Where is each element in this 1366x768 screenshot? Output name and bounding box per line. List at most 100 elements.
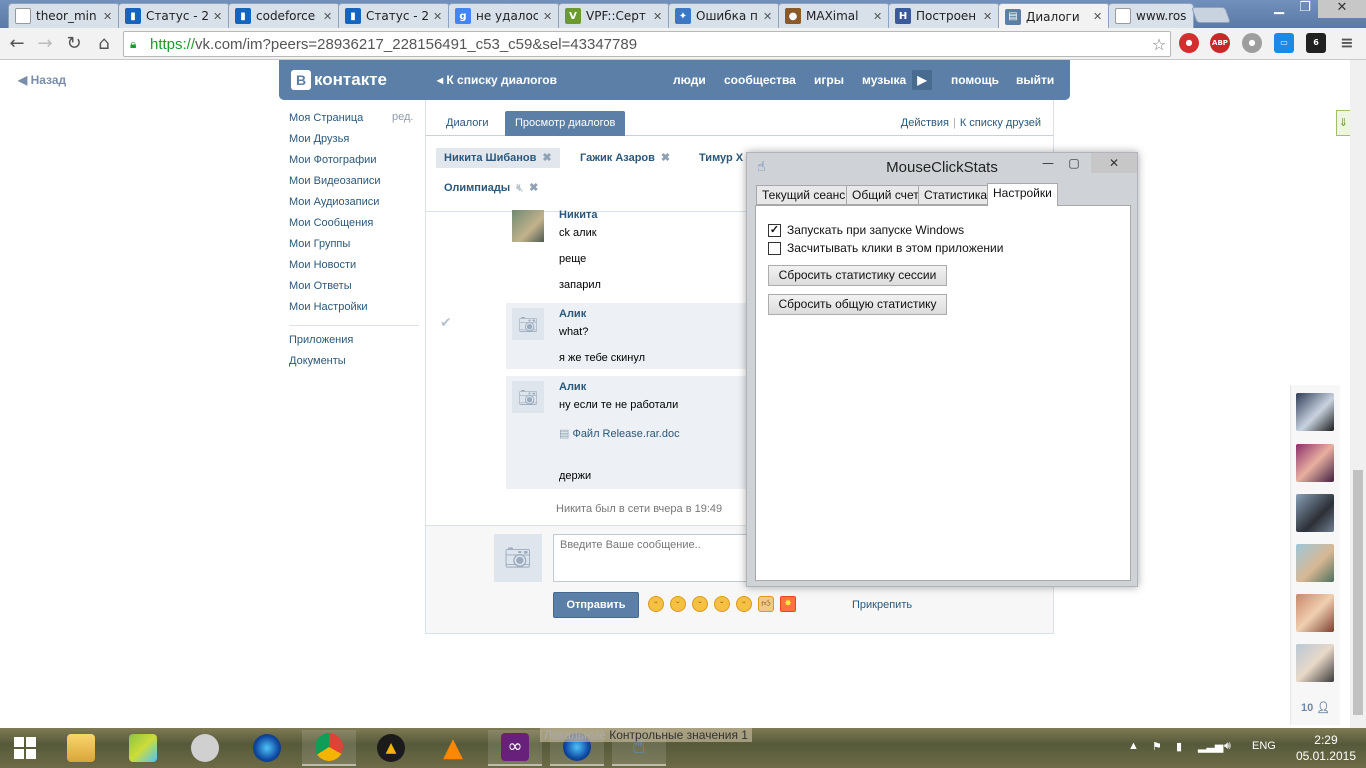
- emoji-icon[interactable]: ᵕ: [670, 596, 686, 612]
- sidebar-item-news[interactable]: Мои Новости: [289, 257, 419, 278]
- flag-icon[interactable]: ⚑: [1152, 740, 1162, 753]
- autostart-checkbox[interactable]: ✓ Запускать при запуске Windows: [768, 223, 964, 237]
- nav-logout[interactable]: выйти: [1016, 73, 1054, 87]
- taskbar-app[interactable]: ▲: [364, 730, 418, 766]
- count-clicks-checkbox[interactable]: Засчитывать клики в этом приложении: [768, 241, 1003, 255]
- close-icon[interactable]: ✕: [323, 10, 333, 23]
- clock[interactable]: 2:29 05.01.2015: [1296, 732, 1356, 764]
- camera-icon[interactable]: 📷︎: [494, 534, 542, 582]
- sidebar-item-apps[interactable]: Приложения: [289, 332, 419, 353]
- file-attachment[interactable]: ▤ Файл Release.rar.doc: [559, 427, 680, 440]
- thumbs-up-icon[interactable]: 👍︎: [758, 596, 774, 612]
- browser-tab[interactable]: H Построен ✕: [888, 3, 1000, 28]
- emoji-icon[interactable]: ᵕ: [736, 596, 752, 612]
- explosion-icon[interactable]: ✸: [780, 596, 796, 612]
- back-link[interactable]: ◀ Назад: [18, 73, 66, 87]
- browser-tab[interactable]: g не удалос ✕: [448, 3, 560, 28]
- scrollbar-thumb[interactable]: [1353, 470, 1363, 715]
- nav-help[interactable]: помощь: [951, 73, 999, 87]
- sidebar-item-friends[interactable]: Мои Друзья: [289, 131, 419, 152]
- emoji-icon[interactable]: ᵕ: [692, 596, 708, 612]
- friend-avatar[interactable]: [1296, 444, 1334, 482]
- adblock-icon[interactable]: ABP: [1210, 33, 1230, 53]
- taskbar-app[interactable]: [240, 730, 294, 766]
- reset-session-button[interactable]: Сбросить статистику сессии: [768, 265, 947, 286]
- extension-icon[interactable]: ●: [1242, 33, 1262, 53]
- sidebar-item-answers[interactable]: Мои Ответы: [289, 278, 419, 299]
- close-icon[interactable]: ✕: [103, 10, 113, 23]
- reset-total-button[interactable]: Сбросить общую статистику: [768, 294, 947, 315]
- extension-icon[interactable]: ●: [1179, 33, 1199, 53]
- taskbar-visual-studio[interactable]: ∞: [488, 730, 542, 766]
- tray-expand-icon[interactable]: ▲: [1128, 740, 1139, 752]
- close-icon[interactable]: ✖: [529, 182, 538, 194]
- bookmark-star-icon[interactable]: ☆: [1148, 35, 1170, 54]
- home-icon[interactable]: ⌂: [93, 33, 115, 55]
- tab-current-session[interactable]: Текущий сеанс: [756, 185, 852, 205]
- message-author[interactable]: Никита: [559, 209, 597, 221]
- taskbar-explorer[interactable]: [54, 730, 108, 766]
- close-icon[interactable]: ✕: [1093, 10, 1103, 23]
- close-icon[interactable]: ✕: [213, 10, 223, 23]
- forward-arrow-icon[interactable]: →: [34, 33, 56, 55]
- tab-settings[interactable]: Настройки: [987, 183, 1058, 206]
- friend-avatar[interactable]: [1296, 644, 1334, 682]
- maximize-icon[interactable]: ▢: [1063, 153, 1085, 173]
- close-icon[interactable]: ✕: [873, 10, 883, 23]
- camera-icon[interactable]: 📷︎: [512, 308, 544, 340]
- browser-tab[interactable]: theor_min ✕: [8, 3, 120, 28]
- back-arrow-icon[interactable]: ←: [6, 33, 28, 55]
- attach-link[interactable]: Прикрепить: [852, 599, 912, 611]
- sidebar-item-videos[interactable]: Мои Видеозаписи: [289, 173, 419, 194]
- friends-list-link[interactable]: К списку друзей: [960, 117, 1041, 129]
- emoji-icon[interactable]: ᵕ: [648, 596, 664, 612]
- restore-icon[interactable]: ❐: [1292, 0, 1318, 18]
- message-author[interactable]: Алик: [559, 308, 586, 320]
- friend-avatar[interactable]: [1296, 594, 1334, 632]
- tab-total[interactable]: Общий счет: [846, 185, 925, 205]
- nav-games[interactable]: игры: [814, 73, 844, 87]
- taskbar-app[interactable]: [116, 730, 170, 766]
- close-window-icon[interactable]: ✕: [1318, 0, 1366, 18]
- back-to-dialogs-link[interactable]: ◂ К списку диалогов: [437, 73, 557, 87]
- minimize-icon[interactable]: ▁: [1266, 0, 1292, 18]
- vk-logo[interactable]: В контакте: [291, 70, 387, 90]
- browser-tab[interactable]: ✦ Ошибка п ✕: [668, 3, 780, 28]
- avatar[interactable]: [512, 210, 544, 242]
- peer-tab[interactable]: Тимур Х: [691, 148, 751, 168]
- play-icon[interactable]: ▶: [912, 70, 932, 90]
- signal-icon[interactable]: ▂▃▅: [1198, 740, 1223, 753]
- peer-tab[interactable]: Гажик Азаров ✖: [572, 148, 678, 168]
- close-icon[interactable]: ✕: [543, 10, 553, 23]
- new-tab-button[interactable]: [1191, 7, 1231, 23]
- emoji-icon[interactable]: ᵕ: [714, 596, 730, 612]
- peer-tab[interactable]: Никита Шибанов ✖: [436, 148, 560, 168]
- volume-icon[interactable]: 🔊︎: [1224, 740, 1231, 753]
- menu-icon[interactable]: ≡: [1337, 33, 1357, 53]
- message-input[interactable]: Введите Ваше сообщение..: [553, 534, 753, 582]
- friend-avatar[interactable]: [1296, 494, 1334, 532]
- friend-avatar[interactable]: [1296, 544, 1334, 582]
- tab-statistics[interactable]: Статистика: [918, 185, 994, 205]
- browser-tab-active[interactable]: ▤ Диалоги ✕: [998, 3, 1110, 29]
- minimize-icon[interactable]: —: [1037, 153, 1059, 173]
- close-window-icon[interactable]: ✕: [1091, 153, 1137, 173]
- edit-link[interactable]: ред.: [392, 111, 413, 123]
- taskbar-chrome[interactable]: [302, 730, 356, 766]
- sidebar-item-photos[interactable]: Мои Фотографии: [289, 152, 419, 173]
- browser-tab[interactable]: V VPF::Серт ✕: [558, 3, 670, 28]
- sidebar-item-groups[interactable]: Мои Группы: [289, 236, 419, 257]
- nav-music[interactable]: музыка: [862, 73, 906, 87]
- friends-count[interactable]: 10 👤︎: [1301, 701, 1330, 714]
- peer-tab[interactable]: Олимпиады 🔇︎ ✖: [436, 178, 546, 198]
- checkbox-unchecked[interactable]: [768, 241, 781, 255]
- nav-people[interactable]: люди: [673, 73, 706, 87]
- sidebar-item-documents[interactable]: Документы: [289, 353, 419, 374]
- sidebar-item-settings[interactable]: Мои Настройки: [289, 299, 419, 320]
- extension-icon[interactable]: ▭: [1274, 33, 1294, 53]
- taskbar-vlc[interactable]: ▲: [426, 730, 480, 766]
- friend-avatar[interactable]: [1296, 393, 1334, 431]
- browser-tab[interactable]: ▮ codeforce ✕: [228, 3, 340, 28]
- browser-tab[interactable]: ▮ Статус - 2 ✕: [118, 3, 230, 28]
- close-icon[interactable]: ✖: [661, 152, 670, 164]
